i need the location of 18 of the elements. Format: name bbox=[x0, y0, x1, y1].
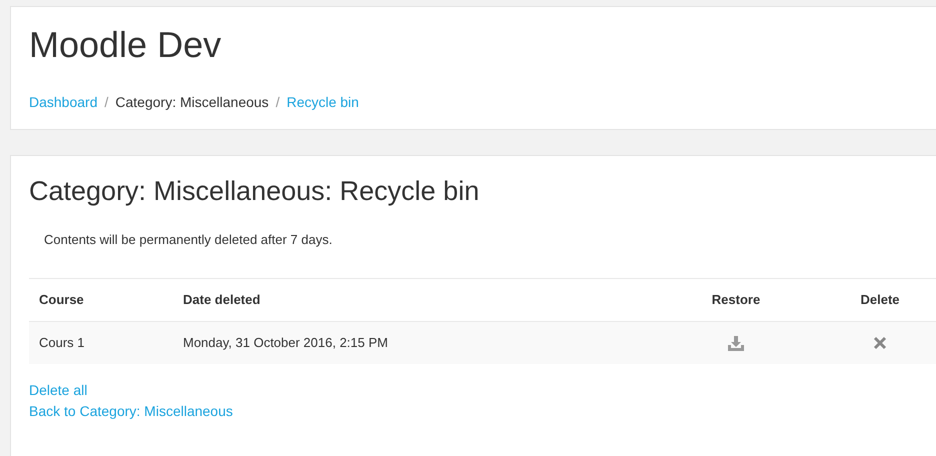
download-icon[interactable] bbox=[728, 334, 744, 350]
breadcrumb-separator: / bbox=[274, 93, 281, 112]
breadcrumb-link[interactable]: Dashboard bbox=[29, 92, 98, 113]
table-cell-text: Monday, 31 October 2016, 2:15 PM bbox=[182, 334, 389, 352]
column-header: Course bbox=[38, 290, 85, 309]
breadcrumb-item: Category: Miscellaneous bbox=[115, 93, 269, 112]
close-icon[interactable] bbox=[873, 336, 887, 350]
notice-text: Contents will be permanently deleted after 7 days. bbox=[44, 232, 332, 247]
action-link[interactable]: Delete all bbox=[29, 380, 88, 400]
table-cell-text: Cours 1 bbox=[38, 334, 86, 352]
column-header: Date deleted bbox=[182, 290, 262, 309]
column-header: Restore bbox=[710, 290, 762, 309]
breadcrumb-link[interactable]: Recycle bin bbox=[286, 92, 359, 113]
breadcrumb-separator: / bbox=[104, 93, 110, 112]
column-header: Delete bbox=[859, 290, 901, 309]
site-title: Moodle Dev bbox=[29, 27, 222, 63]
page-heading: Category: Miscellaneous: Recycle bin bbox=[29, 176, 480, 206]
action-link[interactable]: Back to Category: Miscellaneous bbox=[29, 400, 233, 422]
